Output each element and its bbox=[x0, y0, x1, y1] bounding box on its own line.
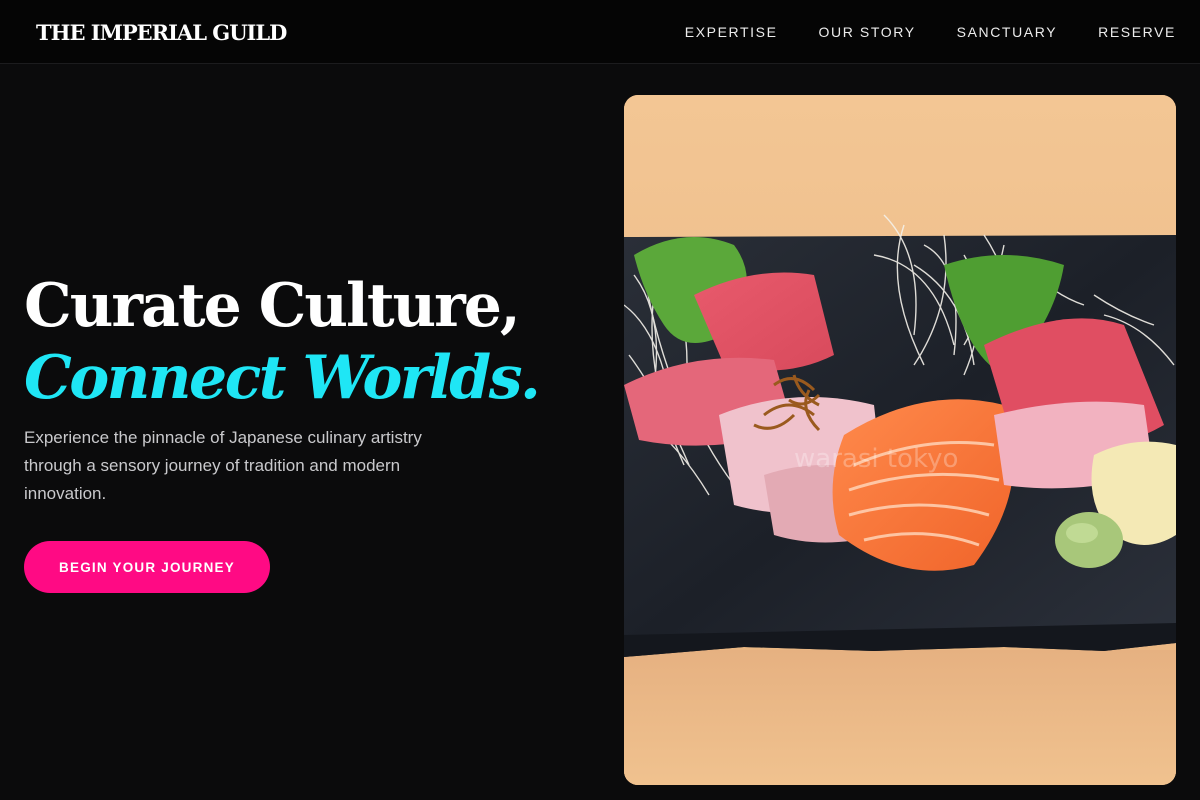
main-nav: EXPERTISE OUR STORY SANCTUARY RESERVE bbox=[685, 0, 1176, 64]
top-navbar: THE IMPERIAL GUILD EXPERTISE OUR STORY S… bbox=[0, 0, 1200, 64]
nav-link-our-story[interactable]: OUR STORY bbox=[819, 24, 916, 40]
photo-watermark: warasi tokyo bbox=[794, 444, 958, 474]
hero-section: Curate Culture, Connect Worlds. Experien… bbox=[24, 270, 584, 593]
nav-link-reserve[interactable]: RESERVE bbox=[1098, 24, 1176, 40]
wood-table-front bbox=[624, 650, 1176, 785]
hero-subtext: Experience the pinnacle of Japanese culi… bbox=[24, 428, 422, 503]
brand-logo[interactable]: THE IMPERIAL GUILD bbox=[36, 19, 287, 47]
nav-link-sanctuary[interactable]: SANCTUARY bbox=[957, 24, 1058, 40]
hero-headline: Curate Culture, Connect Worlds. bbox=[24, 270, 584, 414]
begin-journey-button[interactable]: BEGIN YOUR JOURNEY bbox=[24, 541, 270, 593]
sashimi-photo: warasi tokyo bbox=[624, 95, 1176, 785]
headline-line-2: Connect Worlds. bbox=[24, 343, 541, 413]
sashimi-illustration: warasi tokyo bbox=[624, 95, 1176, 785]
nav-link-expertise[interactable]: EXPERTISE bbox=[685, 24, 778, 40]
headline-line-1: Curate Culture, bbox=[24, 271, 521, 341]
